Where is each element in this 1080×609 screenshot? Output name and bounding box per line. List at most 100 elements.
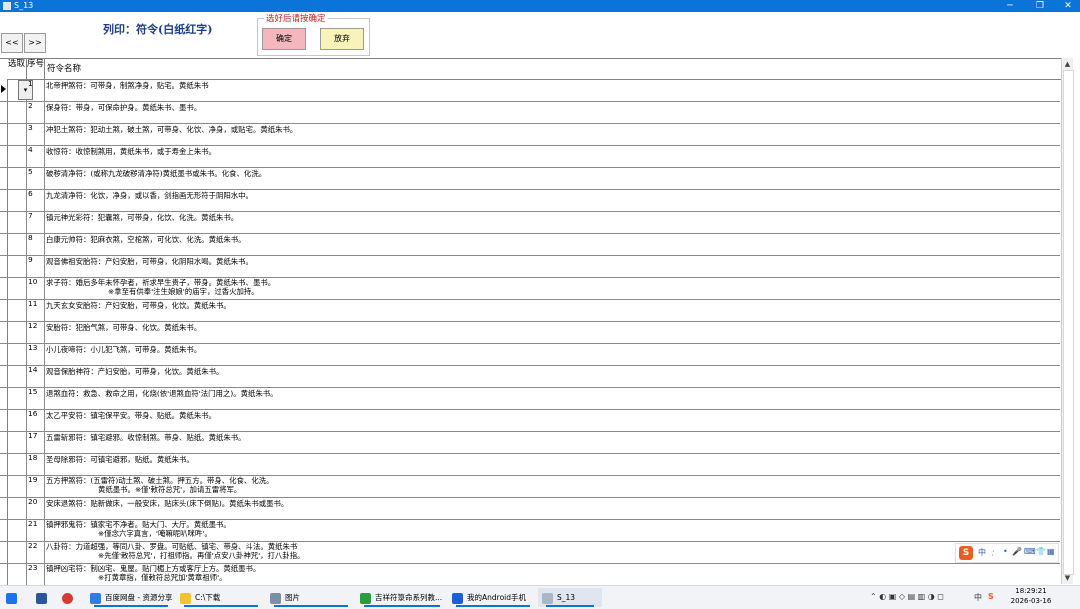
- table-row[interactable]: 17 五雷斩邪符：镇宅避邪。收惊制煞。带身、贴纸。黄纸朱书。: [0, 431, 1060, 454]
- discard-button[interactable]: 放弃: [320, 28, 364, 50]
- row-number-cell: 19: [27, 475, 45, 497]
- running-indicator: [364, 605, 440, 607]
- row-text-line: 观音保胎神符：产妇安胎，可带身，化饮。黄纸朱书。: [46, 367, 224, 376]
- row-select-cell[interactable]: [7, 123, 27, 145]
- row-select-cell[interactable]: [7, 497, 27, 519]
- table-row[interactable]: 19 五方押煞符：(五雷符)动土煞、破土煞。押五方。带身、化食、化洗。 黄纸墨书。※…: [0, 475, 1060, 498]
- ime-toolbar[interactable]: S 中 ·̣ • 🎤 ⌨ 👕 ▦: [955, 543, 1059, 563]
- row-name-cell: 破秽清净符：(或称九龙破秽清净符)黄纸墨书或朱书。化食、化洗。: [46, 169, 1056, 178]
- row-select-cell[interactable]: [7, 255, 27, 277]
- table-row[interactable]: 5 破秽清净符：(或称九龙破秽清净符)黄纸墨书或朱书。化食、化洗。: [0, 167, 1060, 190]
- table-row[interactable]: 2 保身符：带身，可保命护身。黄纸朱书、墨书。: [0, 101, 1060, 124]
- scroll-thumb[interactable]: [1063, 70, 1074, 575]
- table-row[interactable]: 23 镇押凶宅符：制凶宅、鬼屋。贴门楣上方或客厅上方。黄纸墨书。 ※打黄章指，僅敕符…: [0, 563, 1060, 585]
- scroll-down-icon[interactable]: ▼: [1062, 573, 1073, 583]
- row-name-cell: 镇押邪鬼符：镇家宅不净者。贴大门、大厅。黄纸墨书。 ※僅念六字真言，'唵嘛呢叭咪吽…: [46, 520, 1056, 538]
- row-select-cell[interactable]: [7, 365, 27, 387]
- minimize-button[interactable]: ─: [1000, 0, 1020, 12]
- ime-mic-icon[interactable]: 🎤: [1012, 547, 1022, 556]
- row-select-cell[interactable]: [7, 431, 27, 453]
- table-row[interactable]: 11 九天玄女安胎符：产妇安胎，可带身，化饮。黄纸朱书。: [0, 299, 1060, 322]
- table-row[interactable]: 10 求子符：婚后多年未怀孕者，祈求早生贵子，带身。黄纸朱书、墨书。 ※拿至有供奉'…: [0, 277, 1060, 300]
- row-name-cell: 九天玄女安胎符：产妇安胎，可带身，化饮。黄纸朱书。: [46, 301, 1056, 310]
- ime-logo-icon[interactable]: S: [959, 546, 973, 560]
- browser-icon[interactable]: [62, 588, 77, 607]
- row-select-cell[interactable]: [7, 409, 27, 431]
- maximize-button[interactable]: ❐: [1030, 0, 1050, 12]
- row-select-cell[interactable]: [7, 233, 27, 255]
- row-number-cell: 5: [27, 167, 45, 189]
- row-number-cell: 8: [27, 233, 45, 255]
- table-row[interactable]: 15 退煞血符：救急、救命之用，化烧(依'退煞血符'法门用之)。黄纸朱书。: [0, 387, 1060, 410]
- taskbar-app-button[interactable]: 吉祥符箓命系列教...: [356, 588, 448, 607]
- row-select-cell[interactable]: ▾: [7, 79, 33, 101]
- row-select-cell[interactable]: [7, 321, 27, 343]
- row-select-cell[interactable]: [7, 145, 27, 167]
- table-row[interactable]: 14 观音保胎神符：产妇安胎，可带身，化饮。黄纸朱书。: [0, 365, 1060, 388]
- table-row[interactable]: 20 安床退煞符：贴新做床，一般安床，贴床头(床下倒贴)。黄纸朱书或墨书。: [0, 497, 1060, 520]
- row-text-line: 保身符：带身，可保命护身。黄纸朱书、墨书。: [46, 103, 202, 112]
- taskbar-app-button[interactable]: 图片: [266, 588, 356, 607]
- table-row[interactable]: 13 小儿夜啼符：小儿犯飞煞，可带身。黄纸朱书。: [0, 343, 1060, 366]
- row-select-cell[interactable]: [7, 453, 27, 475]
- header-name[interactable]: 符令名称: [45, 59, 1063, 80]
- table-row[interactable]: 22 八卦符：力道超强，等同八卦、罗盘。可贴纸、镇宅、带身、斗法。黄纸朱书 ※先僅'…: [0, 541, 1060, 564]
- row-name-cell: 九龙清净符：化饮，净身，或以香，剑指画无形符于阴阳水中。: [46, 191, 1056, 200]
- table-row[interactable]: 16 太乙平安符：镇宅保平安。带身、贴纸。黄纸朱书。: [0, 409, 1060, 432]
- row-select-cell[interactable]: [7, 299, 27, 321]
- taskbar-app-button[interactable]: 我的Android手机: [448, 588, 538, 607]
- header-select[interactable]: 选取: [7, 59, 27, 80]
- taskbar-app-button[interactable]: S_13: [538, 588, 602, 607]
- taskbar-app-button[interactable]: 百度网盘 - 资源分享: [86, 588, 176, 607]
- sogou-tray-icon[interactable]: S: [988, 592, 994, 601]
- word-icon[interactable]: [36, 588, 51, 607]
- clock[interactable]: 18:29:21 2026-03-16: [1005, 586, 1057, 608]
- table-row[interactable]: 7 镇元神光彩符：犯囊煞，可带身，化饮、化洗。黄纸朱书。: [0, 211, 1060, 234]
- table-row[interactable]: 21 镇押邪鬼符：镇家宅不净者。贴大门、大厅。黄纸墨书。 ※僅念六字真言，'唵嘛呢叭…: [0, 519, 1060, 542]
- row-name-cell: 安胎符：犯胎气煞，可带身、化饮。黄纸朱书。: [46, 323, 1056, 332]
- row-name-cell: 镇元神光彩符：犯囊煞，可带身，化饮、化洗。黄纸朱书。: [46, 213, 1056, 222]
- table-row[interactable]: 9 观音佛祖安胎符：产妇安胎，可带身，化阴阳水喝。黄纸朱书。: [0, 255, 1060, 278]
- ime-punct-icon[interactable]: ·̣: [992, 547, 995, 556]
- running-indicator: [546, 605, 594, 607]
- row-select-cell[interactable]: [7, 541, 27, 563]
- taskbar-app-button[interactable]: C:\下载: [176, 588, 266, 607]
- tray-lang[interactable]: 中: [974, 592, 982, 603]
- ime-grid-icon[interactable]: ▦: [1047, 547, 1055, 556]
- table-row[interactable]: 4 收惊符：收惊制煞用，黄纸朱书，或于寿金上朱书。: [0, 145, 1060, 168]
- ime-keyboard-icon[interactable]: ⌨: [1024, 547, 1036, 556]
- row-select-cell[interactable]: [7, 189, 27, 211]
- vertical-scrollbar[interactable]: ▲ ▼: [1061, 58, 1074, 584]
- row-select-cell[interactable]: [7, 475, 27, 497]
- row-select-cell[interactable]: [7, 277, 27, 299]
- ime-skin-icon[interactable]: 👕: [1036, 547, 1046, 556]
- table-row[interactable]: 3 冲犯土煞符：犯动土煞，破土煞，可带身、化饮、净身，或贴宅。黄纸朱书。: [0, 123, 1060, 146]
- row-select-cell[interactable]: [7, 563, 27, 585]
- table-row[interactable]: 12 安胎符：犯胎气煞，可带身、化饮。黄纸朱书。: [0, 321, 1060, 344]
- header-number[interactable]: 序号: [27, 59, 45, 80]
- confirm-button[interactable]: 确定: [262, 28, 306, 50]
- row-select-cell[interactable]: [7, 343, 27, 365]
- row-select-cell[interactable]: [7, 387, 27, 409]
- table-row[interactable]: 6 九龙清净符：化饮，净身，或以香，剑指画无形符于阴阳水中。: [0, 189, 1060, 212]
- start-icon[interactable]: [6, 588, 18, 607]
- app-icon: [180, 592, 191, 604]
- table-row[interactable]: 8 白康元帅符：犯麻衣煞，空棺煞，可化饮、化洗。黄纸朱书。: [0, 233, 1060, 256]
- row-name-cell: 保身符：带身，可保命护身。黄纸朱书、墨书。: [46, 103, 1056, 112]
- taskbar-app-label: S_13: [557, 593, 576, 602]
- ime-dot-icon[interactable]: •: [1003, 547, 1008, 556]
- next-button[interactable]: >>: [24, 33, 46, 53]
- row-select-cell[interactable]: [7, 519, 27, 541]
- close-button[interactable]: ✕: [1058, 0, 1078, 12]
- row-name-cell: 圣母除邪符：可镇宅避邪，贴纸。黄纸朱书。: [46, 455, 1056, 464]
- app-icon: [452, 592, 463, 604]
- ime-lang-toggle[interactable]: 中: [978, 547, 986, 558]
- row-select-cell[interactable]: [7, 167, 27, 189]
- row-select-cell[interactable]: [7, 101, 27, 123]
- prev-button[interactable]: <<: [1, 33, 23, 53]
- table-row[interactable]: ▾ 1 北帝押煞符：可带身，制煞净身，贴宅。黄纸朱书: [0, 79, 1060, 102]
- table-row[interactable]: 18 圣母除邪符：可镇宅避邪，贴纸。黄纸朱书。: [0, 453, 1060, 476]
- row-select-cell[interactable]: [7, 211, 27, 233]
- scroll-up-icon[interactable]: ▲: [1062, 59, 1073, 69]
- tray-icons[interactable]: ⌃ ◐ ▣ ◇ ▤ ▥ ◑ ◻: [870, 592, 944, 601]
